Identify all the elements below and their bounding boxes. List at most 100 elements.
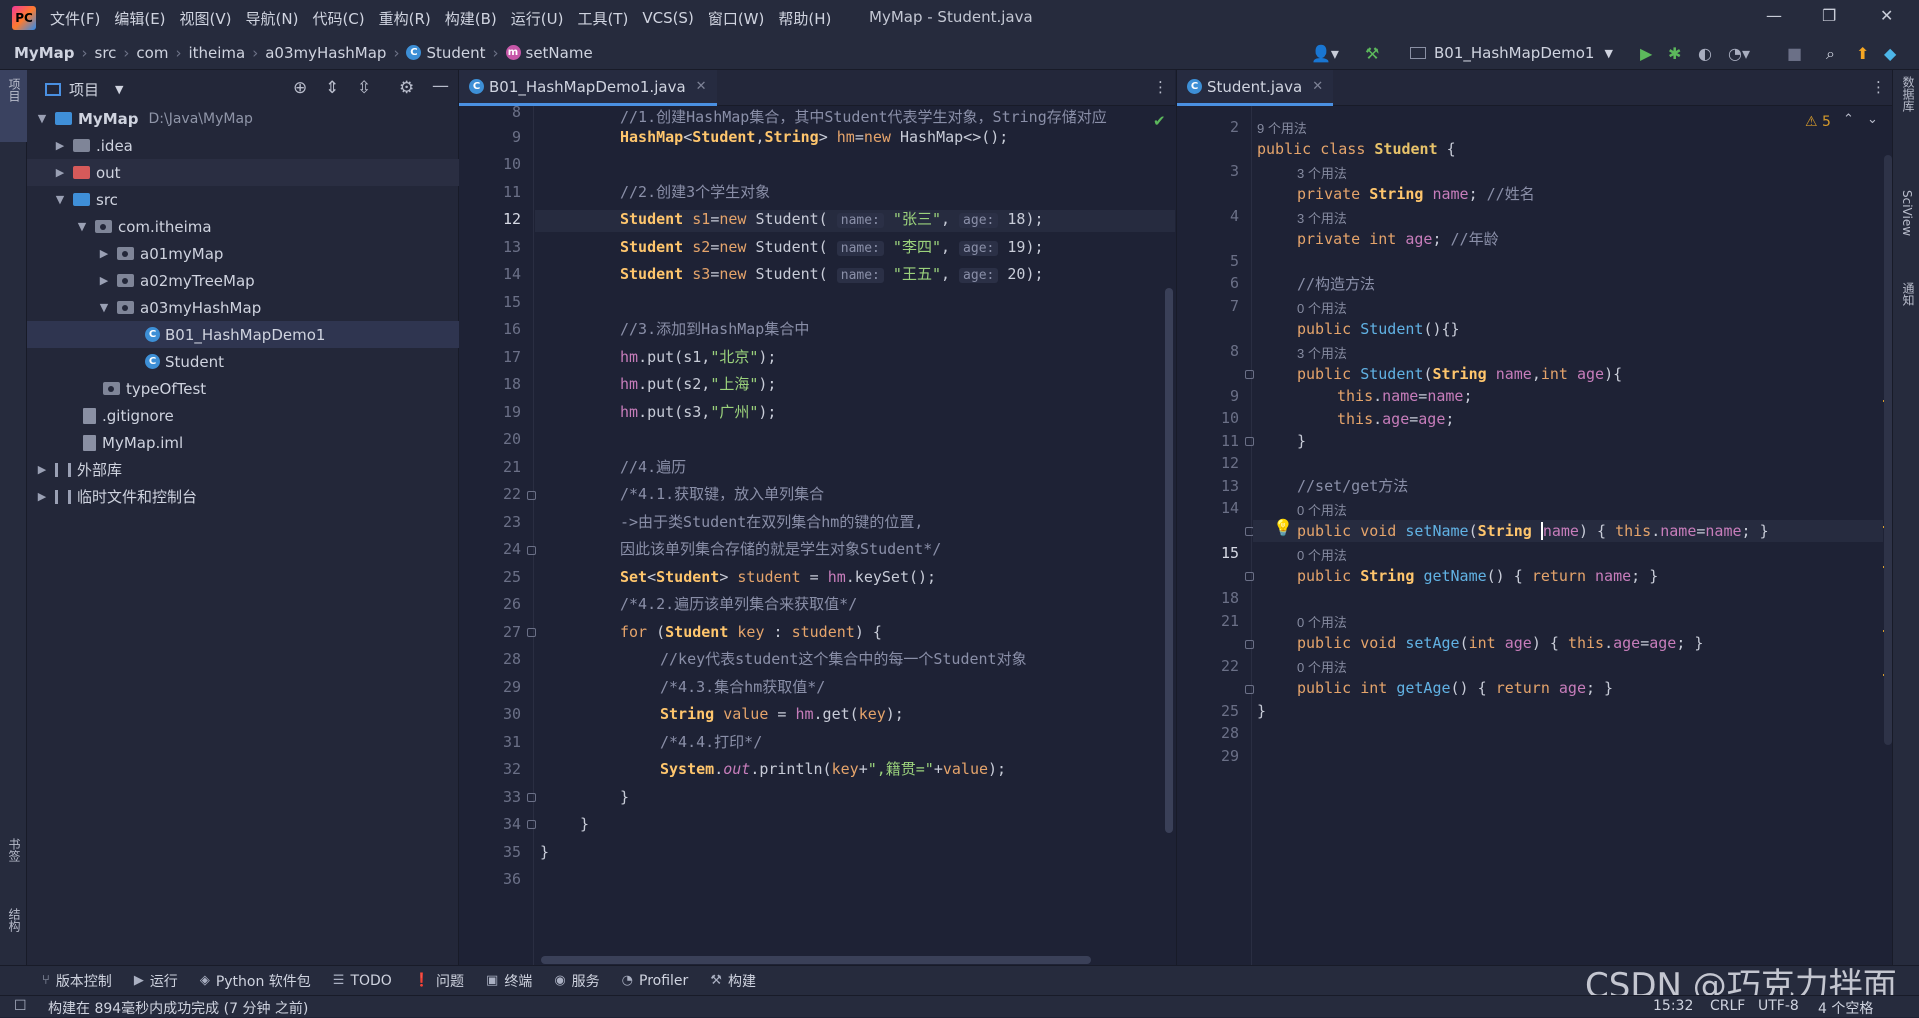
code-line-35[interactable]: } [540,841,549,863]
fold-marker[interactable] [1245,370,1254,379]
fold-marker[interactable] [1245,437,1254,446]
code-line-12[interactable]: Student s1=new Student( name: "张三", age:… [620,208,1044,230]
chevron-down-icon[interactable]: ▼ [115,83,123,96]
code-line-34[interactable]: } [580,813,589,835]
notifications-tool-label[interactable]: 通知 [1900,282,1917,306]
fold-marker[interactable] [1245,640,1254,649]
user-icon[interactable]: 👤▾ [1311,44,1339,63]
breadcrumb-class[interactable]: Student [426,44,485,62]
code-line-4[interactable]: private String name; //姓名 [1297,183,1535,205]
bookmarks-tool-label[interactable]: 书签 [6,838,23,862]
collapse-all-icon[interactable]: ⇳ [357,78,371,98]
coverage-icon[interactable]: ◐ [1698,44,1712,63]
run-icon[interactable]: ▶ [1640,44,1652,63]
code-line-31[interactable]: /*4.4.打印*/ [660,731,762,753]
line-separator[interactable]: CRLF [1710,998,1745,1014]
tool-python-packages[interactable]: ◈ Python 软件包 [200,971,311,991]
code-line-24[interactable]: 因此该单列集合存储的就是学生对象Student*/ [620,538,941,560]
code-line-23[interactable]: ->由于类Student在双列集合hm的键的位置, [620,511,923,533]
code-line-28[interactable]: //key代表student这个集合中的每一个Student对象 [660,648,1027,670]
code-line-18[interactable]: public String getName() { return name; } [1297,565,1658,587]
code-line-19[interactable]: hm.put(s3,"广州"); [620,401,776,423]
file-encoding[interactable]: UTF-8 [1758,998,1799,1014]
sciview-tool-label[interactable]: SciView [1900,190,1914,236]
breadcrumb-package[interactable]: a03myHashMap [265,44,386,62]
update-icon[interactable]: ⬆ [1856,44,1869,63]
menu-file[interactable]: 文件(F) [50,8,100,29]
close-tab-icon[interactable]: ✕ [696,79,707,94]
horizontal-scrollbar[interactable] [541,956,1091,964]
tool-todo[interactable]: ☰ TODO [333,973,392,989]
gear-icon[interactable]: ⚙ [399,78,414,98]
menu-refactor[interactable]: 重构(R) [379,8,431,29]
code-line-28[interactable]: } [1257,700,1266,722]
code-line-11[interactable]: this.age=age; [1337,408,1454,430]
chevron-up-icon[interactable]: ⌃ [1843,112,1854,127]
tree-item-out[interactable]: ▶ out [27,159,459,186]
no-problems-check-icon[interactable]: ✔ [1153,112,1166,130]
restore-icon[interactable]: ❐ [1822,6,1836,25]
menu-code[interactable]: 代码(C) [312,8,364,29]
menu-vcs[interactable]: VCS(S) [642,9,693,27]
tree-item-scratches[interactable]: ▶ 临时文件和控制台 [27,483,459,510]
more-tabs-icon[interactable]: ⋮ [1153,78,1168,96]
tree-item-idea[interactable]: ▶ .idea [27,132,459,159]
menu-build[interactable]: 构建(B) [445,8,497,29]
code-line-30[interactable]: String value = hm.get(key); [660,703,904,725]
tool-version-control[interactable]: ⑂ 版本控制 [42,971,112,991]
tool-terminal[interactable]: ▣ 终端 [486,971,532,991]
tool-services[interactable]: ◉ 服务 [554,971,599,991]
code-line-8[interactable]: public Student(){} [1297,318,1460,340]
database-tool-label[interactable]: 数据库 [1900,76,1917,112]
code-line-26[interactable]: /*4.2.遍历该单列集合来获取值*/ [620,593,857,615]
fold-marker[interactable] [527,546,536,555]
breadcrumb-com[interactable]: com [136,44,168,62]
usage-hint[interactable]: 0 个用法 [1297,657,1347,676]
tree-item-student[interactable]: C Student [27,348,459,375]
fold-marker[interactable] [1245,572,1254,581]
code-line-21[interactable]: //4.遍历 [620,456,686,478]
code-line-7[interactable]: //构造方法 [1297,273,1375,295]
run-config-selector[interactable]: B01_HashMapDemo1 ▼ [1410,40,1613,66]
warnings-indicator[interactable]: ⚠ 5 [1805,114,1831,130]
tool-run[interactable]: ▶ 运行 [134,971,178,991]
tree-item-mymap-iml[interactable]: MyMap.iml [27,429,459,456]
toggle-tool-windows-icon[interactable]: ☐ [14,998,27,1014]
usage-hint[interactable]: 9 个用法 [1257,118,1307,137]
vertical-scrollbar[interactable] [1884,155,1892,745]
expand-all-icon[interactable]: ⇕ [325,78,339,98]
tree-item-src[interactable]: ▼ src [27,186,459,213]
code-line-25[interactable]: Set<Student> student = hm.keySet(); [620,566,936,588]
usage-hint[interactable]: 3 个用法 [1297,343,1347,362]
more-tabs-icon[interactable]: ⋮ [1871,78,1886,96]
tab-b01-hashmapdemo1[interactable]: C B01_HashMapDemo1.java ✕ [459,70,717,106]
locate-icon[interactable]: ⊕ [293,78,307,98]
fold-marker[interactable] [1245,685,1254,694]
vertical-scrollbar[interactable] [1165,288,1173,833]
tool-profiler[interactable]: ◔ Profiler [622,973,689,989]
tree-item-a02mytreemap[interactable]: ▶ a02myTreeMap [27,267,459,294]
usage-hint[interactable]: 0 个用法 [1297,545,1347,564]
breadcrumb-method[interactable]: setName [526,44,593,62]
build-hammer-icon[interactable]: ⚒ [1365,44,1379,63]
code-line-29[interactable]: /*4.3.集合hm获取值*/ [660,676,825,698]
tree-item-com-itheima[interactable]: ▼ com.itheima [27,213,459,240]
profile-icon[interactable]: ◔▾ [1728,44,1750,63]
fold-marker[interactable] [527,491,536,500]
code-line-18[interactable]: hm.put(s2,"上海"); [620,373,776,395]
stop-icon[interactable]: ■ [1787,44,1802,63]
search-icon[interactable]: ⌕ [1826,44,1835,64]
code-line-25[interactable]: public int getAge() { return age; } [1297,677,1613,699]
breadcrumb-project[interactable]: MyMap [14,44,75,62]
debug-icon[interactable]: ✱ [1668,44,1681,63]
code-line-15[interactable]: public void setName(String name) { this.… [1297,520,1769,542]
tree-item-mymap[interactable]: ▼ MyMap D:\Java\MyMap [27,105,459,132]
menu-help[interactable]: 帮助(H) [778,8,831,29]
menu-window[interactable]: 窗口(W) [708,8,765,29]
cursor-position[interactable]: 15:32 [1653,998,1693,1014]
usage-hint[interactable]: 0 个用法 [1297,298,1347,317]
usage-hint[interactable]: 0 个用法 [1297,612,1347,631]
menu-view[interactable]: 视图(V) [180,8,232,29]
minimize-icon[interactable]: — [1766,6,1782,25]
breadcrumb-src[interactable]: src [95,44,117,62]
